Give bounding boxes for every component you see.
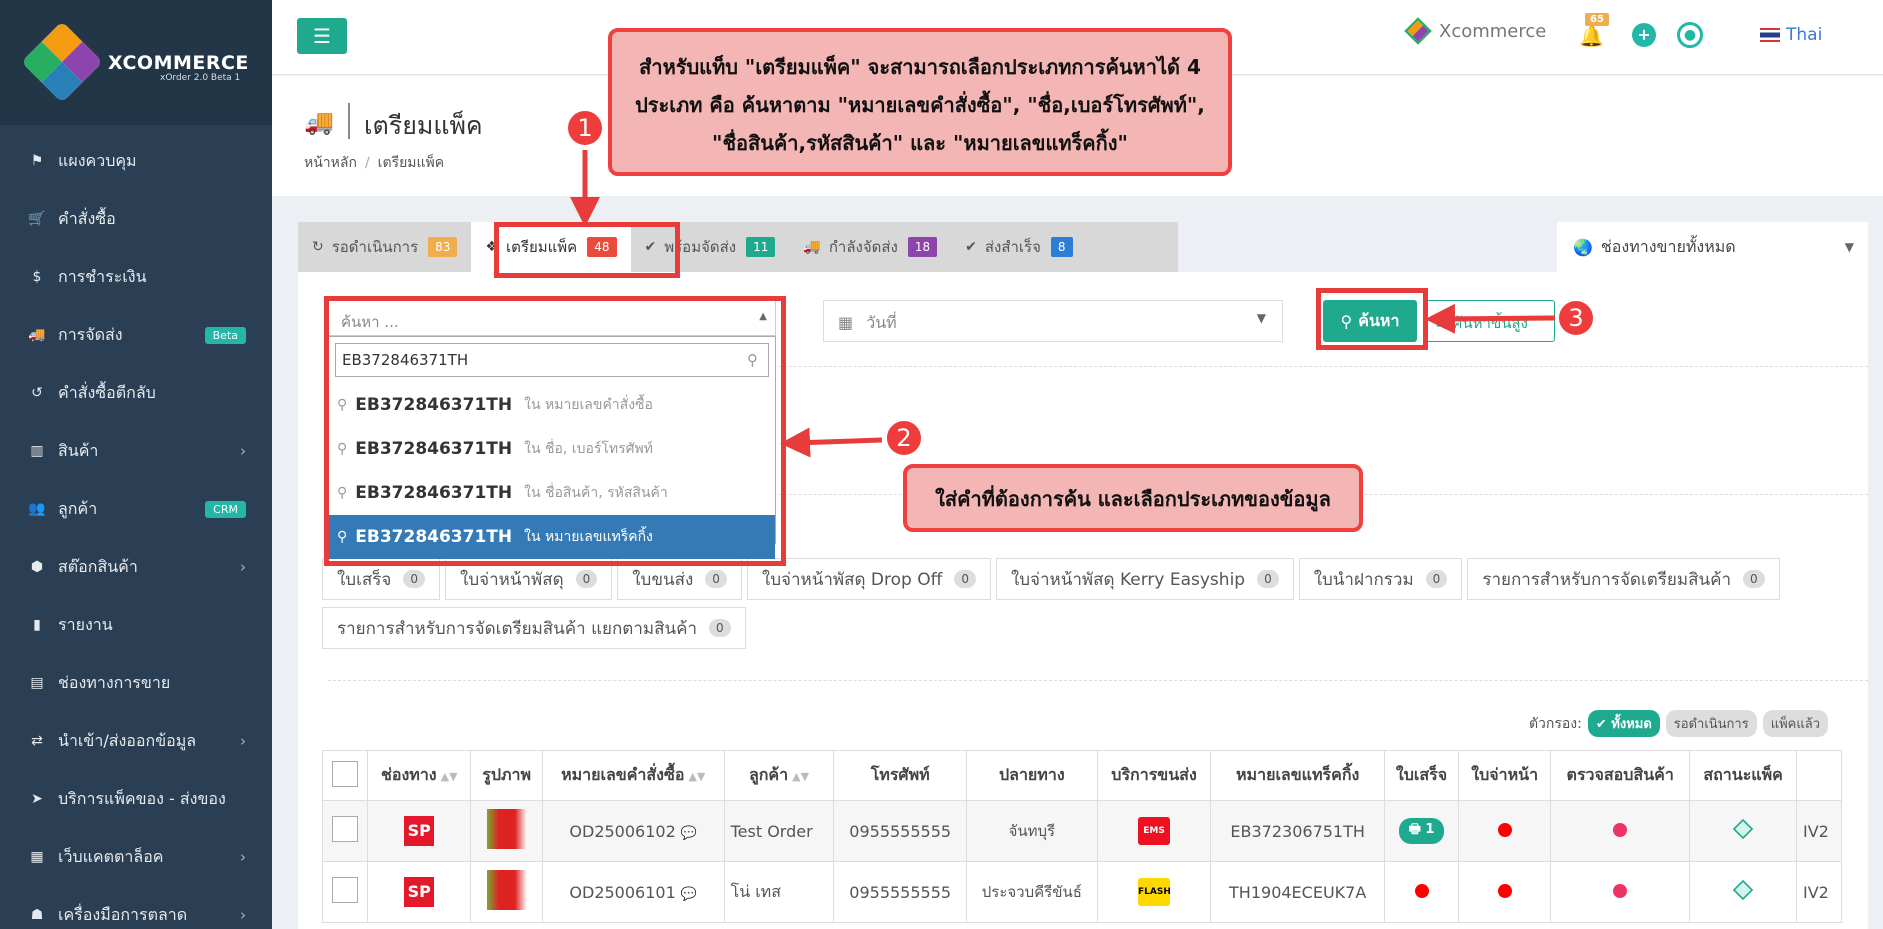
step-number-1: 1 [565, 108, 605, 148]
step-number-2: 2 [884, 418, 924, 458]
step-number-3: 3 [1556, 298, 1596, 338]
annotation-arrows [570, 150, 1556, 458]
